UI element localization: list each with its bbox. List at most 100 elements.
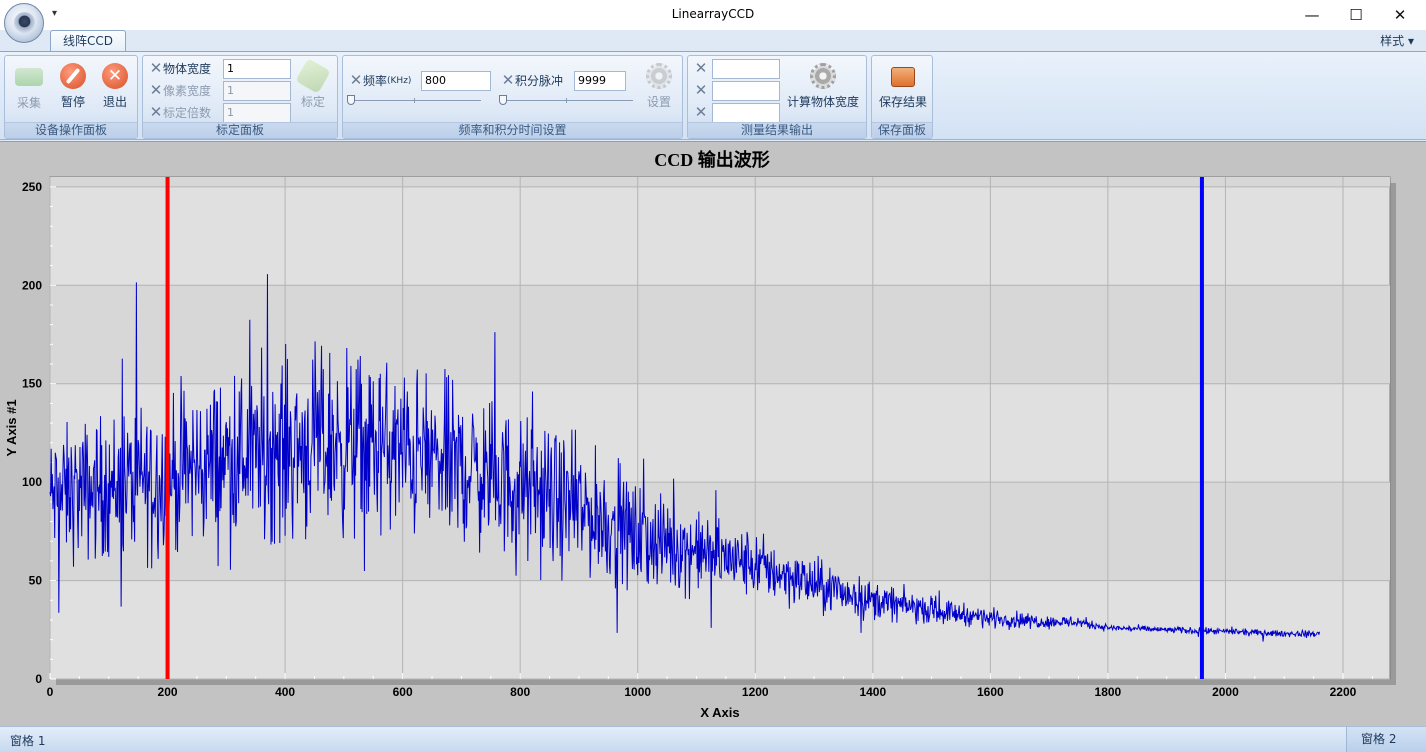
x-tick-label: 2200	[1330, 685, 1357, 699]
calib-multiple-row: ✕标定倍数	[149, 103, 211, 124]
gem-icon	[295, 58, 331, 94]
y-tick-labels: 0 50 100 150 200 250	[22, 180, 42, 686]
window-title: LinearrayCCD	[671, 7, 755, 21]
title-bar: ▾ LinearrayCCD — ☐ ✕	[0, 0, 1426, 30]
gear-icon	[646, 63, 672, 89]
style-menu[interactable]: 样式 ▾	[1380, 32, 1414, 49]
x-tick-label: 400	[275, 685, 295, 699]
calib-multiple-label: 标定倍数	[163, 106, 212, 120]
pause-label: 暂停	[60, 95, 85, 109]
plot-band	[50, 285, 1390, 384]
ribbon-tab-strip: 线阵CCD 样式 ▾	[0, 30, 1426, 52]
result-field-2[interactable]	[712, 81, 780, 101]
frequency-label: 频率	[363, 74, 388, 88]
calibration-group-label: 标定面板	[143, 122, 337, 138]
minimize-button[interactable]: —	[1290, 0, 1334, 30]
picture-save-icon	[891, 67, 915, 87]
tab-linear-ccd[interactable]: 线阵CCD	[50, 30, 126, 52]
application-menu-button[interactable]	[4, 3, 44, 43]
save-group-label: 保存面板	[872, 122, 932, 138]
webcam-icon	[14, 12, 35, 33]
status-pane-2: 窗格 2	[1346, 727, 1426, 752]
slider-thumb[interactable]	[347, 95, 355, 105]
close-button[interactable]: ✕	[1378, 0, 1422, 30]
capture-label: 采集	[16, 96, 41, 110]
pulse-slider[interactable]	[499, 95, 633, 106]
x-tick-label: 0	[47, 685, 54, 699]
maximize-button[interactable]: ☐	[1334, 0, 1378, 30]
exit-button[interactable]: ✕ 退出	[97, 60, 133, 112]
pixel-width-field[interactable]: 1	[223, 81, 291, 101]
x-tick-labels: 0 200 400 600 800 1000 1200 1400 1600 1800 2000 220…	[47, 685, 1357, 699]
y-tick-label: 0	[35, 672, 42, 686]
object-width-row: ✕物体宽度	[149, 59, 211, 80]
exit-icon: ✕	[102, 63, 128, 89]
plot-band	[50, 177, 1390, 187]
x-tick-label: 800	[510, 685, 530, 699]
plot-band	[50, 482, 1390, 581]
calib-multiple-field[interactable]: 1	[223, 103, 291, 123]
gear-icon	[810, 63, 836, 89]
status-pane-1: 窗格 1	[10, 734, 46, 748]
save-result-label: 保存结果	[878, 95, 927, 109]
settings-button[interactable]: 设置	[641, 60, 677, 112]
y-tick-label: 50	[29, 574, 43, 588]
x-tick-label: 1600	[977, 685, 1004, 699]
x-tick-label: 200	[158, 685, 178, 699]
save-result-button[interactable]: 保存结果	[875, 60, 931, 112]
object-width-field[interactable]: 1	[223, 59, 291, 79]
x-icon: ✕	[694, 59, 708, 77]
pause-button[interactable]: 暂停	[55, 60, 91, 112]
result-field-1[interactable]	[712, 59, 780, 79]
plug-icon	[15, 68, 43, 86]
x-icon: ✕	[501, 71, 515, 89]
x-tick-label: 1200	[742, 685, 769, 699]
pulse-label: 积分脉冲	[515, 74, 564, 88]
x-tick-label: 600	[393, 685, 413, 699]
frequency-unit: (KHz)	[387, 76, 412, 86]
frequency-row: ✕频率(KHz)	[349, 71, 412, 92]
x-tick-label: 1800	[1095, 685, 1122, 699]
compute-width-button[interactable]: 计算物体宽度	[782, 60, 864, 112]
results-group-label: 测量结果输出	[688, 122, 866, 138]
ccd-waveform-chart[interactable]: 0 200 400 600 800 1000 1200 1400 1600 1800 2000 220…	[0, 142, 1426, 727]
calibrate-button[interactable]: 标定	[295, 58, 331, 112]
calibrate-label: 标定	[300, 95, 325, 109]
frequency-group: ✕频率(KHz) 800 ✕积分脉冲 9999 设置 频率和积分时间设置	[342, 55, 683, 139]
chart-title: CCD 输出波形	[654, 149, 770, 170]
x-tick-label: 1000	[624, 685, 651, 699]
pixel-width-label: 像素宽度	[163, 84, 212, 98]
frequency-group-label: 频率和积分时间设置	[343, 122, 682, 138]
chart-panel[interactable]: 0 200 400 600 800 1000 1200 1400 1600 1800 2000 220…	[0, 141, 1426, 726]
capture-button[interactable]: 采集	[11, 60, 47, 112]
x-icon: ✕	[694, 81, 708, 99]
x-icon: ✕	[149, 81, 163, 99]
results-group: ✕ ✕ ✕ 计算物体宽度 测量结果输出	[687, 55, 867, 139]
frequency-field[interactable]: 800	[421, 71, 491, 91]
pulse-row: ✕积分脉冲	[501, 71, 563, 92]
compute-width-label: 计算物体宽度	[786, 95, 859, 109]
object-width-label: 物体宽度	[163, 62, 212, 76]
ribbon: 采集 暂停 ✕ 退出 设备操作面板 ✕物体宽度 1 ✕像素宽度 1 ✕标定倍数 …	[0, 51, 1426, 140]
calibration-group: ✕物体宽度 1 ✕像素宽度 1 ✕标定倍数 1 标定 标定面板	[142, 55, 338, 139]
x-tick-label: 2000	[1212, 685, 1239, 699]
slider-thumb[interactable]	[499, 95, 507, 105]
settings-label: 设置	[646, 95, 671, 109]
status-bar: 窗格 1 窗格 2	[0, 726, 1426, 752]
y-tick-label: 250	[22, 180, 42, 194]
pause-icon	[60, 63, 86, 89]
x-icon: ✕	[349, 71, 363, 89]
save-group: 保存结果 保存面板	[871, 55, 933, 139]
y-tick-label: 100	[22, 475, 42, 489]
pixel-width-row: ✕像素宽度	[149, 81, 211, 102]
result-field-3[interactable]	[712, 103, 780, 123]
x-tick-label: 1400	[859, 685, 886, 699]
frequency-slider[interactable]	[347, 95, 481, 106]
y-tick-label: 150	[22, 377, 42, 391]
device-operation-group: 采集 暂停 ✕ 退出 设备操作面板	[4, 55, 138, 139]
pulse-field[interactable]: 9999	[574, 71, 626, 91]
x-axis-label: X Axis	[700, 705, 739, 720]
x-icon: ✕	[149, 103, 163, 121]
y-tick-label: 200	[22, 278, 42, 292]
exit-label: 退出	[102, 95, 127, 109]
